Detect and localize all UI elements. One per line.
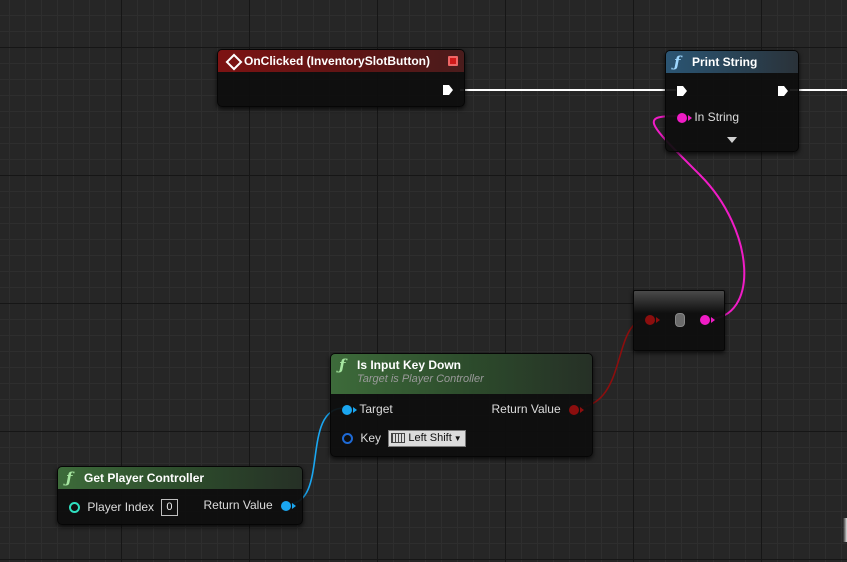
conversion-knob	[675, 313, 685, 327]
is-input-key-down-node[interactable]: ƒ Is Input Key Down Target is Player Con…	[330, 353, 593, 457]
in-string-pin[interactable]	[677, 112, 692, 123]
onclicked-node-header[interactable]: OnClicked (InventorySlotButton)	[218, 50, 464, 72]
key-selector-dropdown[interactable]: Left Shift ▼	[388, 430, 466, 448]
print-string-exec-in-pin[interactable]	[676, 85, 688, 97]
function-icon: ƒ	[674, 53, 681, 71]
is-input-key-down-subtitle: Target is Player Controller	[357, 373, 484, 385]
bool-to-string-conversion-node[interactable]	[633, 290, 725, 351]
key-pin-row[interactable]: Key Left Shift ▼	[342, 430, 466, 448]
advanced-pins-expand-arrow[interactable]	[727, 137, 737, 143]
get-player-controller-node[interactable]: ƒ Get Player Controller Player Index 0 R…	[57, 466, 303, 525]
target-pin-row[interactable]: Target	[342, 401, 393, 417]
key-label: Key	[360, 431, 382, 445]
onclicked-event-node[interactable]: OnClicked (InventorySlotButton)	[217, 49, 465, 107]
print-string-node-header[interactable]: ƒ Print String	[666, 51, 798, 73]
player-index-pin-row[interactable]: Player Index 0	[69, 499, 178, 517]
conversion-string-output-pin[interactable]	[700, 315, 715, 325]
return-value-pin-row[interactable]: Return Value	[491, 401, 584, 417]
chevron-down-icon: ▼	[453, 434, 462, 444]
get-player-controller-return-pin[interactable]	[281, 500, 296, 511]
player-index-input[interactable]: 0	[161, 499, 178, 517]
print-string-node[interactable]: ƒ Print String In String	[665, 50, 799, 152]
onclicked-exec-out-pin[interactable]	[442, 84, 454, 96]
return-value-bool-pin[interactable]	[569, 404, 584, 415]
return-value-label: Return Value	[491, 402, 561, 416]
player-index-label: Player Index	[87, 500, 155, 514]
canvas-edge-highlight	[843, 518, 847, 542]
keyboard-icon	[391, 433, 406, 444]
conversion-bool-input-pin[interactable]	[645, 315, 660, 325]
delegate-pin[interactable]	[448, 56, 458, 66]
player-index-pin[interactable]	[69, 502, 80, 514]
in-string-pin-row[interactable]: In String	[677, 109, 739, 125]
key-pin[interactable]	[342, 433, 353, 445]
target-label: Target	[359, 402, 393, 416]
target-pin[interactable]	[342, 404, 357, 415]
print-string-node-title: Print String	[692, 55, 758, 69]
is-input-key-down-node-header[interactable]: ƒ Is Input Key Down Target is Player Con…	[331, 354, 592, 394]
onclicked-node-title: OnClicked (InventorySlotButton)	[244, 54, 430, 68]
function-icon: ƒ	[339, 356, 346, 374]
get-player-controller-return-pin-row[interactable]: Return Value	[203, 497, 296, 513]
print-string-exec-out-pin[interactable]	[777, 85, 789, 97]
key-selector-value: Left Shift	[408, 432, 452, 445]
function-icon: ƒ	[66, 469, 73, 487]
get-player-controller-return-label: Return Value	[203, 498, 273, 512]
event-icon	[225, 53, 243, 71]
get-player-controller-node-title: Get Player Controller	[84, 471, 205, 485]
get-player-controller-node-header[interactable]: ƒ Get Player Controller	[58, 467, 302, 489]
in-string-label: In String	[694, 110, 740, 124]
